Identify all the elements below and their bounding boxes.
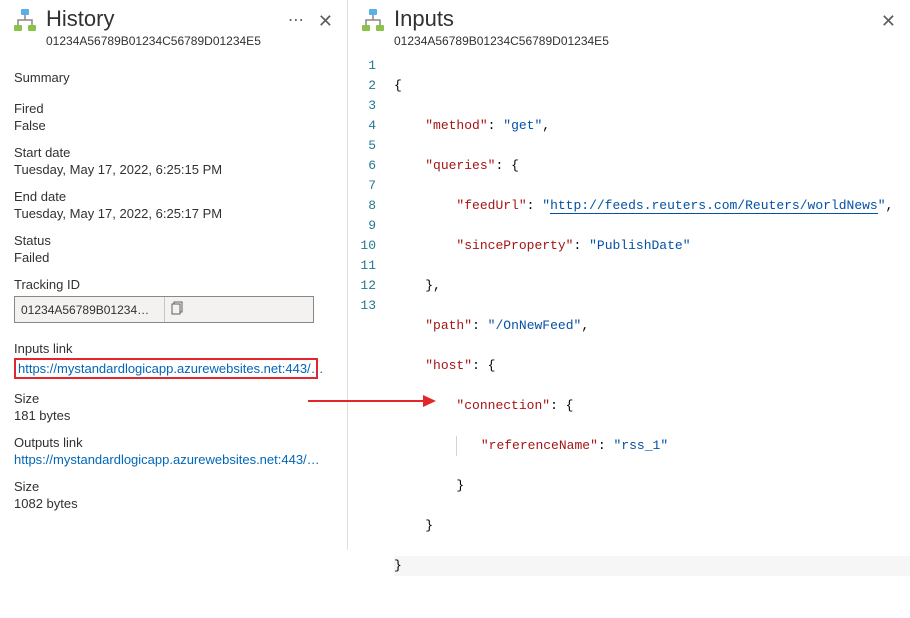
status-value: Failed (14, 250, 333, 265)
tracking-id-label: Tracking ID (14, 277, 333, 292)
history-body: Summary Fired False Start date Tuesday, … (0, 54, 347, 521)
outputs-link[interactable]: https://mystandardlogicapp.azurewebsites… (14, 452, 320, 467)
inputs-title: Inputs (394, 6, 869, 32)
history-header: History 01234A56789B01234C56789D01234E5 … (0, 0, 347, 54)
inputs-subtitle: 01234A56789B01234C56789D01234E5 (394, 34, 869, 48)
more-icon[interactable]: ⋯ (284, 11, 308, 31)
copy-button[interactable] (164, 297, 314, 322)
json-editor[interactable]: 12345678910111213 { "method": "get", "qu… (348, 54, 910, 618)
inputs-size-label: Size (14, 391, 333, 406)
inputs-size-value: 181 bytes (14, 408, 333, 423)
logic-app-icon (360, 8, 386, 37)
fired-value: False (14, 118, 333, 133)
inputs-link-highlight: https://mystandardlogicapp.azurewebsites… (14, 358, 318, 379)
inputs-link-label: Inputs link (14, 341, 333, 356)
outputs-size-label: Size (14, 479, 333, 494)
inputs-link[interactable]: https://mystandardlogicapp.azurewebsites… (18, 361, 324, 376)
start-date-label: Start date (14, 145, 333, 160)
tracking-id-field: 01234A56789B01234C56789D01234E5 (14, 296, 314, 323)
code-content[interactable]: { "method": "get", "queries": { "feedUrl… (384, 54, 910, 618)
history-title: History (46, 6, 276, 32)
close-button[interactable]: ✕ (314, 10, 337, 32)
inputs-panel: Inputs 01234A56789B01234C56789D01234E5 ✕… (348, 0, 910, 550)
status-label: Status (14, 233, 333, 248)
end-date-label: End date (14, 189, 333, 204)
end-date-value: Tuesday, May 17, 2022, 6:25:17 PM (14, 206, 333, 221)
start-date-value: Tuesday, May 17, 2022, 6:25:15 PM (14, 162, 333, 177)
close-button[interactable]: ✕ (877, 10, 900, 32)
tracking-id-value: 01234A56789B01234C56789D01234E5 (15, 299, 164, 321)
inputs-header: Inputs 01234A56789B01234C56789D01234E5 ✕ (348, 0, 910, 54)
fired-label: Fired (14, 101, 333, 116)
logic-app-icon (12, 8, 38, 37)
summary-label: Summary (14, 70, 333, 85)
history-panel: History 01234A56789B01234C56789D01234E5 … (0, 0, 348, 550)
outputs-size-value: 1082 bytes (14, 496, 333, 511)
outputs-link-label: Outputs link (14, 435, 333, 450)
line-gutter: 12345678910111213 (348, 54, 384, 618)
history-subtitle: 01234A56789B01234C56789D01234E5 (46, 34, 276, 48)
